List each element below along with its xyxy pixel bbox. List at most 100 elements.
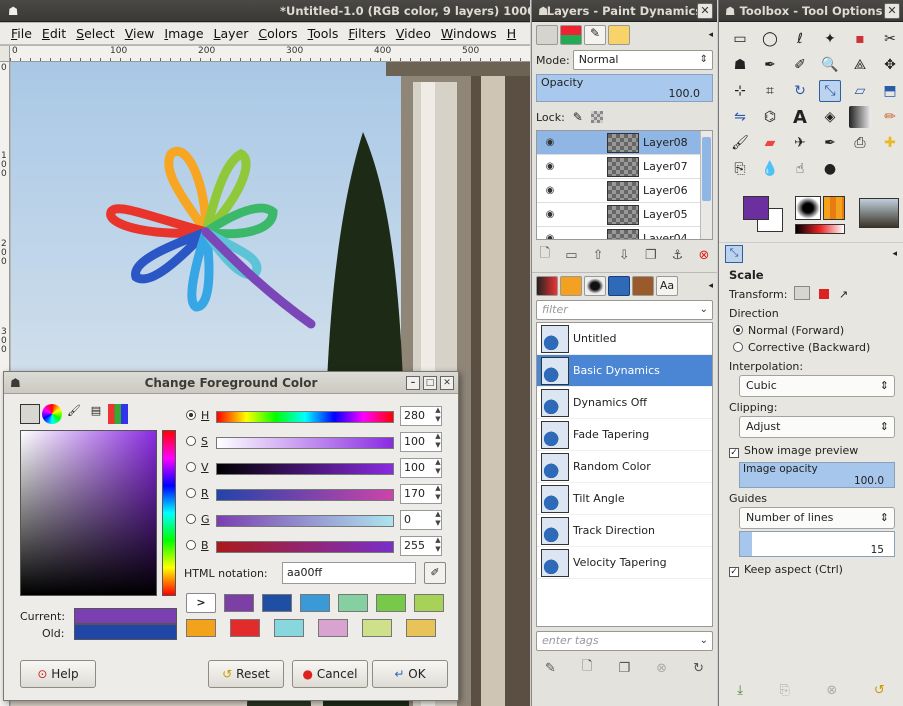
dock-menu-icon[interactable]: ☗ [538, 0, 548, 21]
transform-selection-icon[interactable] [819, 289, 830, 299]
flip-tool-icon[interactable]: ⇋ [729, 106, 751, 128]
history-color-swatch[interactable] [186, 619, 216, 637]
dynamics-item[interactable]: Dynamics Off [537, 387, 712, 419]
pattern-preview[interactable] [823, 196, 845, 220]
spin-arrows-icon[interactable]: ▲ ▼ [432, 458, 444, 478]
hue-strip[interactable] [162, 430, 176, 596]
cage-transform-tool-icon[interactable]: ⌬ [759, 106, 781, 128]
blur-tool-icon[interactable]: 💧 [759, 158, 781, 180]
fuzzy-select-tool-icon[interactable]: ✦ [819, 28, 841, 50]
tab-brushes[interactable] [536, 276, 558, 296]
transform-layer-icon[interactable] [793, 286, 810, 300]
paths-tool-icon[interactable]: ✒ [759, 54, 781, 76]
reset-options-icon[interactable]: ↺ [874, 683, 885, 698]
layer-row[interactable]: ◉ Layer08 [537, 131, 712, 155]
layer-row[interactable]: ◉ Layer05 [537, 203, 712, 227]
anchor-layer-icon[interactable]: ⚓ [672, 248, 684, 263]
rotate-tool-icon[interactable]: ↻ [789, 80, 811, 102]
channel-h-radio[interactable]: H [186, 409, 209, 422]
clone-tool-icon[interactable]: ⎙ [849, 132, 871, 154]
scrollbar-thumb[interactable] [702, 137, 711, 201]
paintbrush-tool-icon[interactable]: 🖌 [729, 132, 751, 154]
gimp-selector-icon[interactable] [20, 404, 40, 424]
color-picker-icon[interactable]: ✐ [424, 562, 446, 584]
palette-selector-icon[interactable] [108, 404, 128, 424]
scale-tool-icon[interactable]: ⤡ [725, 244, 743, 263]
perspective-clone-tool-icon[interactable]: ⎘ [729, 158, 751, 180]
bucket-fill-tool-icon[interactable]: ◈ [819, 106, 841, 128]
edit-dynamics-icon[interactable]: ✎ [545, 661, 556, 676]
layer-row[interactable]: ◉ Layer04 [537, 227, 712, 239]
channel-h-slider[interactable] [216, 411, 394, 423]
dock-menu-icon[interactable]: ☗ [725, 0, 735, 21]
tab-paths[interactable]: ✎ [584, 25, 606, 45]
channel-g-radio[interactable]: G [186, 513, 210, 526]
menu-filters[interactable]: Filters [343, 23, 390, 44]
opacity-slider[interactable]: Opacity 100.0 [536, 74, 713, 102]
brush-preview[interactable] [795, 196, 821, 220]
tab-channels[interactable] [560, 25, 582, 45]
visibility-eye-icon[interactable]: ◉ [537, 233, 563, 239]
menu-tools[interactable]: Tools [303, 23, 344, 44]
show-preview-option[interactable]: ✓ Show image preview [719, 444, 903, 458]
history-color-swatch[interactable] [230, 619, 260, 637]
radio-icon[interactable] [733, 342, 743, 352]
pencil-tool-icon[interactable]: ✏ [879, 106, 901, 128]
dodge-burn-tool-icon[interactable]: ● [819, 158, 841, 180]
channel-s-radio[interactable]: S [186, 435, 208, 448]
dynamics-item[interactable]: Track Direction [537, 515, 712, 547]
tab-undo[interactable] [608, 25, 630, 45]
tab-menu-icon[interactable]: ◂ [708, 276, 713, 295]
maximize-icon[interactable]: □ [423, 376, 437, 390]
scissors-tool-icon[interactable]: ✂ [879, 28, 901, 50]
history-color-swatch[interactable] [318, 619, 348, 637]
history-color-swatch[interactable] [362, 619, 392, 637]
lock-alpha-icon[interactable] [590, 111, 603, 123]
airbrush-tool-icon[interactable]: ✈ [789, 132, 811, 154]
menu-select[interactable]: Select [71, 23, 120, 44]
menu-edit[interactable]: Edit [37, 23, 71, 44]
history-color-swatch[interactable] [414, 594, 444, 612]
dynamics-item[interactable]: Velocity Tapering [537, 547, 712, 579]
foreground-select-tool-icon[interactable]: ☗ [729, 54, 751, 76]
tab-patterns[interactable] [560, 276, 582, 296]
layer-row[interactable]: ◉ Layer06 [537, 179, 712, 203]
horizontal-ruler[interactable]: 0 100 200 300 400 500 [10, 46, 530, 62]
history-color-swatch[interactable] [262, 594, 292, 612]
crop-tool-icon[interactable]: ⌗ [759, 80, 781, 102]
clipping-select[interactable]: Adjust ⇕ [739, 416, 895, 438]
menu-view[interactable]: View [120, 23, 160, 44]
channel-s-slider[interactable] [216, 437, 394, 449]
tab-paint-dynamics[interactable] [608, 276, 630, 296]
spin-arrows-icon[interactable]: ▲ ▼ [432, 484, 444, 504]
channel-b-radio[interactable]: B [186, 539, 209, 552]
layer-row[interactable]: ◉ Layer07 [537, 155, 712, 179]
perspective-tool-icon[interactable]: ⬒ [879, 80, 901, 102]
checkbox-checked-icon[interactable]: ✓ [729, 567, 739, 577]
spin-arrows-icon[interactable]: ▲ ▼ [432, 510, 444, 530]
history-color-swatch[interactable] [376, 594, 406, 612]
direction-corrective-option[interactable]: Corrective (Backward) [719, 341, 903, 354]
quick-mask-corner[interactable] [0, 46, 10, 62]
shear-tool-icon[interactable]: ▱ [849, 80, 871, 102]
delete-dynamics-icon[interactable]: ⊗ [656, 661, 667, 676]
ok-button[interactable]: ↵ OK [372, 660, 448, 688]
layers-scrollbar[interactable] [700, 131, 712, 239]
menu-colors[interactable]: Colors [253, 23, 302, 44]
dialog-menu-icon[interactable]: ☗ [10, 372, 21, 394]
wheel-selector-icon[interactable] [42, 404, 62, 424]
eraser-tool-icon[interactable]: ▰ [759, 132, 781, 154]
tab-menu-icon[interactable]: ◂ [892, 249, 897, 259]
cancel-button[interactable]: ● Cancel [292, 660, 368, 688]
channel-g-slider[interactable] [216, 515, 394, 527]
add-to-history-button[interactable]: > [186, 593, 216, 613]
guides-count-slider[interactable]: 15 [739, 531, 895, 557]
rect-select-tool-icon[interactable]: ▭ [729, 28, 751, 50]
visibility-eye-icon[interactable]: ◉ [537, 209, 563, 220]
dynamics-item[interactable]: Random Color [537, 451, 712, 483]
smudge-tool-icon[interactable]: ☝ [789, 158, 811, 180]
gradient-preview[interactable] [795, 224, 845, 234]
minimize-icon[interactable]: – [406, 376, 420, 390]
move-tool-icon[interactable]: ✥ [879, 54, 901, 76]
new-dynamics-icon[interactable]: 🗋 [582, 657, 592, 679]
